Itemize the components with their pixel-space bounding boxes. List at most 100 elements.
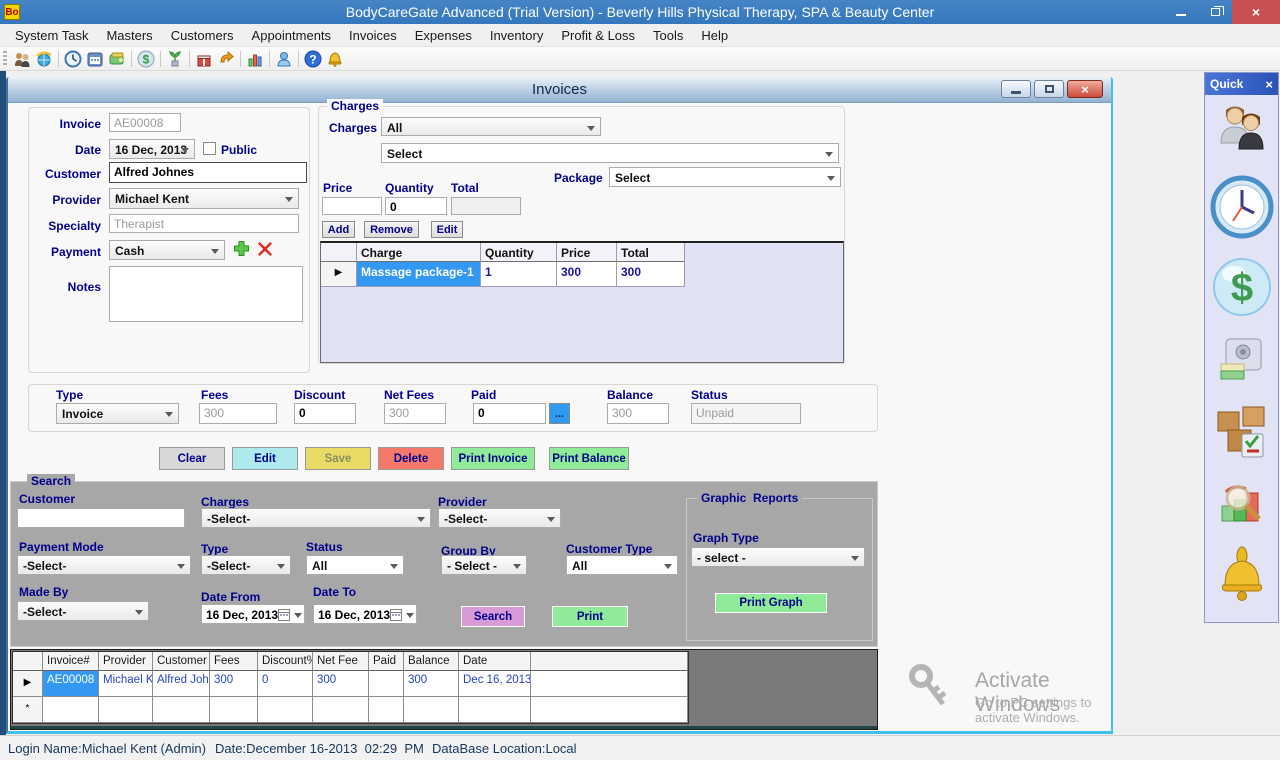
undo-icon[interactable]: [215, 49, 237, 69]
results-grid-cell[interactable]: [369, 671, 404, 697]
menu-item-expenses[interactable]: Expenses: [406, 25, 481, 46]
graph-type-dropdown[interactable]: - select -: [691, 547, 865, 567]
results-grid-row[interactable]: *: [13, 697, 688, 723]
safe-icon[interactable]: [1217, 335, 1267, 390]
dollar-icon[interactable]: $: [1212, 257, 1272, 322]
made-by-dropdown[interactable]: -Select-: [17, 601, 149, 621]
charges-grid-row[interactable]: ▶Massage package-11300300: [321, 262, 843, 287]
add-payment-icon[interactable]: [233, 240, 250, 262]
window-close-button[interactable]: ×: [1067, 80, 1103, 98]
gift-icon[interactable]: [193, 49, 215, 69]
inventory-boxes-icon[interactable]: [1213, 403, 1271, 466]
calendar-icon[interactable]: [84, 49, 106, 69]
window-maximize-button[interactable]: [1034, 80, 1064, 98]
results-grid-column[interactable]: Fees: [210, 652, 258, 671]
charges-grid-column[interactable]: Quantity: [481, 243, 557, 262]
customers-icon[interactable]: [11, 49, 33, 69]
price-field[interactable]: [322, 197, 382, 215]
results-grid-cell[interactable]: AE00008: [43, 671, 99, 697]
results-grid-cell[interactable]: 300: [313, 671, 369, 697]
user-icon[interactable]: [273, 49, 295, 69]
package-dropdown[interactable]: Select: [609, 167, 841, 187]
row-selector-icon[interactable]: *: [13, 697, 43, 723]
paid-browse-button[interactable]: ...: [549, 403, 570, 424]
results-grid-cell[interactable]: [404, 697, 459, 723]
minimize-button[interactable]: [1164, 0, 1198, 24]
results-grid-column[interactable]: Discount%: [258, 652, 313, 671]
quick-close-icon[interactable]: ×: [1265, 77, 1273, 92]
results-grid-column[interactable]: Provider: [99, 652, 153, 671]
add-charge-button[interactable]: Add: [322, 221, 355, 238]
invoice-date-dropdown[interactable]: 16 Dec, 2013: [109, 139, 195, 159]
menu-item-inventory[interactable]: Inventory: [481, 25, 552, 46]
save-button[interactable]: Save: [305, 447, 371, 470]
print-graph-button[interactable]: Print Graph: [715, 593, 827, 613]
remove-charge-button[interactable]: Remove: [364, 221, 419, 238]
results-grid-cell[interactable]: [99, 697, 153, 723]
restore-button[interactable]: [1198, 0, 1232, 24]
delete-button[interactable]: Delete: [378, 447, 444, 470]
results-grid-cell[interactable]: 0: [258, 671, 313, 697]
customer-field[interactable]: Alfred Johnes: [109, 162, 307, 183]
menu-item-appointments[interactable]: Appointments: [243, 25, 341, 46]
paid-field[interactable]: 0: [473, 403, 546, 424]
schedule-icon[interactable]: [33, 49, 55, 69]
specialty-field[interactable]: Therapist: [109, 214, 299, 233]
wallet-icon[interactable]: [106, 49, 128, 69]
discount-field[interactable]: 0: [294, 403, 356, 424]
window-minimize-button[interactable]: [1001, 80, 1031, 98]
print-invoice-button[interactable]: Print Invoice: [451, 447, 535, 470]
results-grid-cell[interactable]: [369, 697, 404, 723]
results-grid-column[interactable]: Invoice#: [43, 652, 99, 671]
menu-item-invoices[interactable]: Invoices: [340, 25, 406, 46]
results-grid-column[interactable]: Customer: [153, 652, 210, 671]
search-charges-dropdown[interactable]: -Select-: [201, 508, 431, 528]
edit-charge-button[interactable]: Edit: [431, 221, 463, 238]
menu-item-profit-loss[interactable]: Profit & Loss: [552, 25, 644, 46]
results-grid-column[interactable]: Date: [459, 652, 531, 671]
results-grid-cell[interactable]: Alfred Johnes: [153, 671, 210, 697]
results-grid-cell[interactable]: [258, 697, 313, 723]
row-selector-icon[interactable]: ▶: [13, 671, 43, 697]
clock-icon[interactable]: [1210, 175, 1274, 244]
money-icon[interactable]: $: [135, 49, 157, 69]
menu-item-masters[interactable]: Masters: [97, 25, 161, 46]
type-dropdown[interactable]: Invoice: [56, 403, 179, 424]
group-by-dropdown[interactable]: - Select -: [441, 555, 527, 575]
bell-icon[interactable]: [324, 49, 346, 69]
search-status-dropdown[interactable]: All: [306, 555, 404, 575]
payment-dropdown[interactable]: Cash: [109, 240, 225, 260]
report-search-icon[interactable]: [1218, 479, 1266, 532]
results-grid-cell[interactable]: 300: [210, 671, 258, 697]
delete-payment-icon[interactable]: [257, 241, 273, 262]
people-icon[interactable]: [1214, 101, 1270, 162]
clear-button[interactable]: Clear: [159, 447, 225, 470]
charges-grid-cell[interactable]: 1: [481, 262, 557, 287]
charges-grid-column[interactable]: Charge: [357, 243, 481, 262]
results-grid-row[interactable]: ▶AE00008Michael KentAlfred Johnes3000300…: [13, 671, 688, 697]
notes-field[interactable]: [109, 266, 303, 322]
results-grid-cell[interactable]: Michael Kent: [99, 671, 153, 697]
menu-item-tools[interactable]: Tools: [644, 25, 692, 46]
results-grid-cell[interactable]: [313, 697, 369, 723]
date-from-picker[interactable]: 16 Dec, 2013: [201, 604, 305, 624]
search-print-button[interactable]: Print: [552, 606, 628, 627]
invoices-window-title-bar[interactable]: Invoices ×: [8, 77, 1111, 103]
results-grid-column[interactable]: [13, 652, 43, 671]
menu-item-help[interactable]: Help: [692, 25, 737, 46]
search-type-dropdown[interactable]: -Select-: [201, 555, 291, 575]
customer-type-dropdown[interactable]: All: [566, 555, 678, 575]
invoice-number-field[interactable]: AE00008: [109, 113, 181, 132]
date-to-picker[interactable]: 16 Dec, 2013: [313, 604, 417, 624]
results-grid-cell[interactable]: [459, 697, 531, 723]
results-grid-cell[interactable]: 300: [404, 671, 459, 697]
results-grid-cell[interactable]: [43, 697, 99, 723]
charges-grid-cell[interactable]: 300: [617, 262, 685, 287]
help-icon[interactable]: ?: [302, 49, 324, 69]
results-grid-cell[interactable]: [153, 697, 210, 723]
results-grid-column[interactable]: Net Fee: [313, 652, 369, 671]
row-selector-icon[interactable]: ▶: [321, 262, 357, 287]
search-provider-dropdown[interactable]: -Select-: [438, 508, 561, 528]
charges-grid-cell[interactable]: 300: [557, 262, 617, 287]
quantity-field[interactable]: 0: [385, 197, 447, 215]
